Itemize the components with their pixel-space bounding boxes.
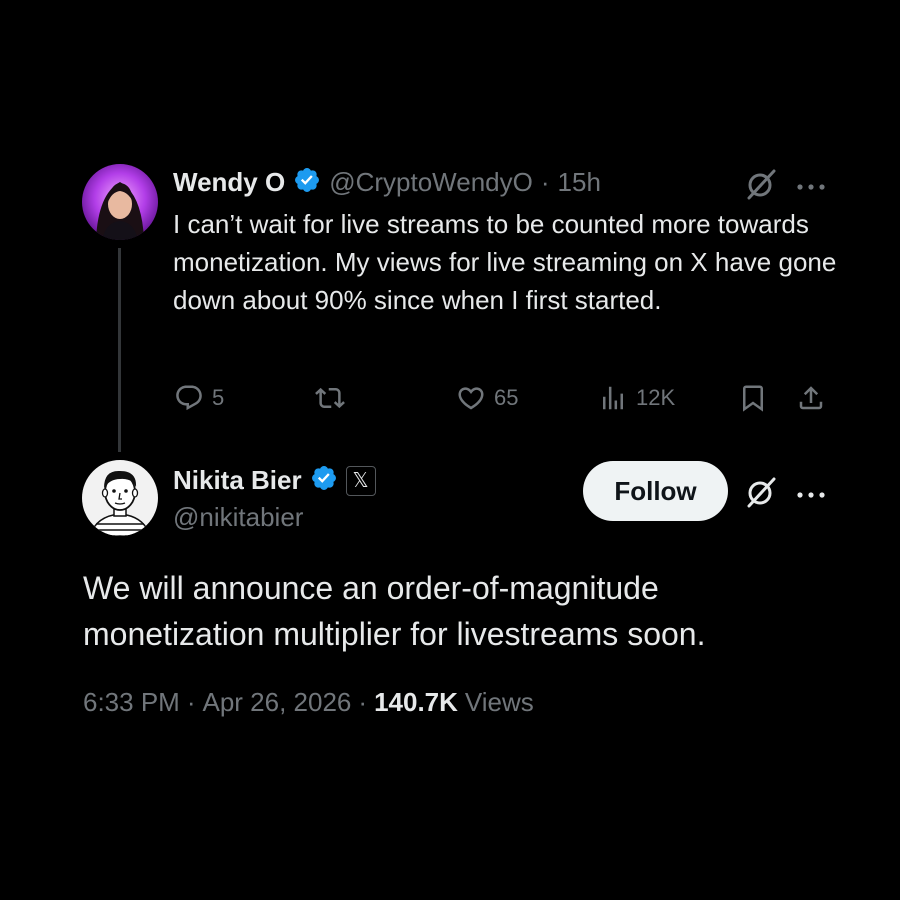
views-total: 140.7K: [374, 687, 458, 717]
views-icon: [598, 383, 628, 413]
reply-count: 5: [212, 385, 225, 410]
parent-tweet[interactable]: Wendy O @CryptoWendyO · 15h I can’t wait…: [0, 0, 900, 452]
parent-separator: ·: [540, 167, 550, 197]
like-button[interactable]: 65: [456, 383, 518, 413]
bookmark-icon: [738, 383, 768, 413]
reply-handle[interactable]: @nikitabier: [173, 502, 303, 533]
meta-separator: ·: [186, 687, 196, 717]
main-tweet: Nikita Bier 𝕏 @nikitabier Follow We will…: [0, 452, 900, 900]
meta-separator: ·: [358, 687, 368, 717]
more-icon[interactable]: [796, 487, 826, 505]
parent-header: Wendy O @CryptoWendyO · 15h: [173, 166, 601, 199]
verified-badge-icon: [293, 166, 321, 199]
repost-icon: [314, 383, 346, 413]
tweet-meta: 6:33 PM · Apr 26, 2026 · 140.7K Views: [83, 687, 534, 718]
follow-button[interactable]: Follow: [583, 461, 728, 521]
repost-button[interactable]: [314, 383, 346, 413]
tweet-date[interactable]: Apr 26, 2026: [203, 687, 352, 718]
parent-time[interactable]: 15h: [558, 167, 601, 198]
parent-handle[interactable]: @CryptoWendyO: [329, 167, 533, 198]
views-count: 12K: [636, 385, 676, 410]
tweet-time[interactable]: 6:33 PM: [83, 687, 180, 718]
reply-button[interactable]: 5: [174, 383, 224, 413]
reply-avatar[interactable]: [82, 460, 158, 536]
more-icon[interactable]: [796, 179, 826, 197]
reply-icon: [174, 383, 204, 413]
like-count: 65: [494, 385, 519, 410]
parent-avatar[interactable]: [82, 164, 158, 240]
like-icon: [456, 383, 486, 413]
parent-tweet-text: I can’t wait for live streams to be coun…: [173, 209, 837, 315]
reply-header: Nikita Bier 𝕏: [173, 464, 376, 497]
verified-badge-icon: [310, 464, 338, 497]
bookmark-button[interactable]: [738, 383, 768, 413]
grok-icon[interactable]: [744, 167, 778, 206]
reply-author-name[interactable]: Nikita Bier: [173, 465, 302, 496]
share-icon: [796, 383, 826, 413]
parent-author-name[interactable]: Wendy O: [173, 167, 285, 198]
reply-tweet-text: We will announce an order-of-magnitude m…: [83, 570, 706, 652]
views-button[interactable]: 12K: [598, 383, 675, 413]
thread-line: [118, 248, 121, 452]
views-label: Views: [464, 687, 534, 717]
share-button[interactable]: [796, 383, 826, 413]
grok-icon[interactable]: [744, 475, 778, 514]
affiliate-x-badge-icon[interactable]: 𝕏: [345, 465, 376, 496]
